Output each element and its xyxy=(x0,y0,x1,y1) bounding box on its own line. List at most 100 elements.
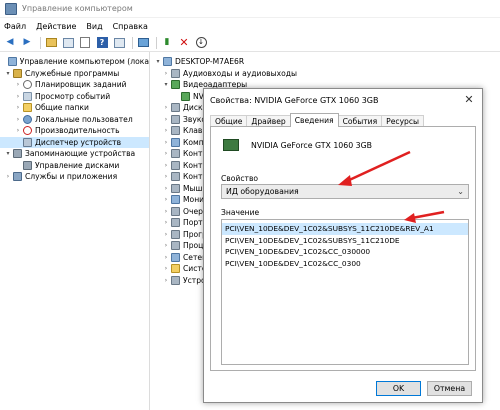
list-item[interactable]: PCI\VEN_10DE&DEV_1C02&SUBSYS_11C210DE&RE… xyxy=(222,223,468,235)
monitor-icon xyxy=(171,195,180,205)
tree-item-label: Управление дисками xyxy=(35,160,120,170)
chevron-right-icon[interactable]: › xyxy=(4,173,12,180)
chevron-right-icon[interactable]: › xyxy=(162,173,170,180)
chevron-right-icon[interactable]: › xyxy=(14,127,22,134)
menu-bar: Файл Действие Вид Справка xyxy=(0,18,500,34)
chevron-right-icon[interactable]: › xyxy=(162,277,170,284)
list-item[interactable]: PCI\VEN_10DE&DEV_1C02&SUBSYS_11C210DE xyxy=(222,235,468,247)
mouse-icon xyxy=(171,183,180,193)
processor-icon xyxy=(171,241,180,251)
chevron-right-icon[interactable]: › xyxy=(162,104,170,111)
chevron-down-icon[interactable]: ▾ xyxy=(154,58,162,65)
property-dropdown[interactable]: ИД оборудования ⌄ xyxy=(221,184,469,199)
toolbar-separator xyxy=(132,36,133,49)
chevron-right-icon[interactable]: › xyxy=(162,254,170,261)
chevron-down-icon: ⌄ xyxy=(457,187,464,196)
chevron-down-icon[interactable]: ▾ xyxy=(4,70,12,77)
users-icon xyxy=(23,114,32,124)
tree-item-label: Производительность xyxy=(35,126,120,136)
chevron-right-icon[interactable]: › xyxy=(14,104,22,111)
menu-file[interactable]: Файл xyxy=(4,22,26,31)
tree-item-storage[interactable]: ▾ Запоминающие устройства xyxy=(0,148,149,160)
console-tree-icon[interactable] xyxy=(61,36,75,50)
tree-item-system-tools[interactable]: ▾ Служебные программы xyxy=(0,68,149,80)
chevron-right-icon[interactable]: › xyxy=(14,93,22,100)
tree-item-computer-management[interactable]: Управление компьютером (лока xyxy=(0,56,149,68)
dialog-title: Свойства: NVIDIA GeForce GTX 1060 3GB xyxy=(210,95,379,105)
tree-item-performance[interactable]: › Производительность xyxy=(0,125,149,137)
dialog-titlebar: Свойства: NVIDIA GeForce GTX 1060 3GB ✕ xyxy=(204,89,482,111)
monitor-icon[interactable] xyxy=(136,36,150,50)
toolbar-separator xyxy=(156,36,157,49)
tree-item-disk-management[interactable]: Управление дисками xyxy=(0,160,149,172)
list-item[interactable]: PCI\VEN_10DE&DEV_1C02&CC_030000 xyxy=(222,246,468,258)
software-icon xyxy=(171,229,180,239)
printer-icon xyxy=(171,206,180,216)
device-name: NVIDIA GeForce GTX 1060 3GB xyxy=(251,141,373,150)
performance-icon xyxy=(23,126,32,136)
storage-icon xyxy=(13,149,22,159)
chevron-right-icon[interactable]: › xyxy=(162,150,170,157)
chevron-right-icon[interactable]: › xyxy=(162,70,170,77)
update-driver-icon[interactable]: ▮ xyxy=(160,36,174,50)
chevron-right-icon[interactable]: › xyxy=(162,127,170,134)
tree-item-device-manager[interactable]: Диспетчер устройств xyxy=(0,136,149,148)
chevron-right-icon[interactable]: › xyxy=(162,162,170,169)
tree-item-event-viewer[interactable]: › Просмотр событий xyxy=(0,91,149,103)
download-icon[interactable]: ↓ xyxy=(194,36,208,50)
chevron-right-icon[interactable]: › xyxy=(162,242,170,249)
chevron-down-icon[interactable]: ▾ xyxy=(162,81,170,88)
panel-icon[interactable] xyxy=(112,36,126,50)
tree-item-label: Диспетчер устройств xyxy=(35,137,122,147)
properties-icon[interactable] xyxy=(78,36,92,50)
list-item[interactable]: PCI\VEN_10DE&DEV_1C02&CC_0300 xyxy=(222,258,468,270)
tree-item-label: Служебные программы xyxy=(25,68,120,78)
property-label: Свойство xyxy=(221,174,259,183)
value-list[interactable]: PCI\VEN_10DE&DEV_1C02&SUBSYS_11C210DE&RE… xyxy=(221,219,469,365)
tree-item-label: Управление компьютером (лока xyxy=(19,57,149,67)
menu-action[interactable]: Действие xyxy=(36,22,76,31)
gpu-icon xyxy=(181,91,190,101)
delete-icon[interactable]: ✕ xyxy=(177,36,191,50)
menu-view[interactable]: Вид xyxy=(86,22,102,31)
up-folder-icon[interactable] xyxy=(44,36,58,50)
chevron-right-icon[interactable]: › xyxy=(162,208,170,215)
chevron-right-icon[interactable]: › xyxy=(14,116,22,123)
forward-arrow-icon[interactable]: ▶ xyxy=(20,36,34,50)
device-tree-root[interactable]: ▾ DESKTOP-M7AE6R xyxy=(152,56,500,68)
tree-item-label: Локальные пользовател xyxy=(35,114,133,124)
chevron-right-icon[interactable]: › xyxy=(162,185,170,192)
disk-icon xyxy=(23,160,32,170)
chevron-right-icon[interactable]: › xyxy=(162,231,170,238)
chevron-down-icon[interactable]: ▾ xyxy=(4,150,12,157)
toolbar-separator xyxy=(40,36,41,49)
chevron-right-icon[interactable]: › xyxy=(162,219,170,226)
chevron-right-icon[interactable]: › xyxy=(162,196,170,203)
tree-item-local-users[interactable]: › Локальные пользовател xyxy=(0,114,149,126)
tree-item-label: Службы и приложения xyxy=(25,172,118,182)
network-icon xyxy=(171,252,180,262)
tree-item-services-apps[interactable]: › Службы и приложения xyxy=(0,171,149,183)
tree-item-label: Планировщик заданий xyxy=(35,80,127,90)
device-category-audio[interactable]: › Аудиовходы и аудиовыходы xyxy=(152,68,500,80)
chevron-right-icon[interactable]: › xyxy=(162,265,170,272)
controller-icon xyxy=(171,160,180,170)
console-tree: Управление компьютером (лока ▾ Служебные… xyxy=(0,52,150,410)
close-icon[interactable]: ✕ xyxy=(462,93,476,106)
chevron-right-icon[interactable]: › xyxy=(162,116,170,123)
tree-item-task-scheduler[interactable]: › Планировщик заданий xyxy=(0,79,149,91)
tools-icon xyxy=(13,68,22,78)
keyboard-icon xyxy=(171,126,180,136)
tab-details[interactable]: Сведения xyxy=(289,113,339,127)
gpu-icon xyxy=(223,139,239,151)
help-icon[interactable]: ? xyxy=(95,36,109,50)
cancel-button[interactable]: Отмена xyxy=(427,381,472,396)
back-arrow-icon[interactable]: ◀ xyxy=(3,36,17,50)
menu-help[interactable]: Справка xyxy=(113,22,148,31)
chevron-right-icon[interactable]: › xyxy=(14,81,22,88)
ok-button[interactable]: OK xyxy=(376,381,421,396)
tree-item-label: Запоминающие устройства xyxy=(25,149,136,159)
tree-item-shared-folders[interactable]: › Общие папки xyxy=(0,102,149,114)
chevron-right-icon[interactable]: › xyxy=(162,139,170,146)
event-log-icon xyxy=(23,91,32,101)
